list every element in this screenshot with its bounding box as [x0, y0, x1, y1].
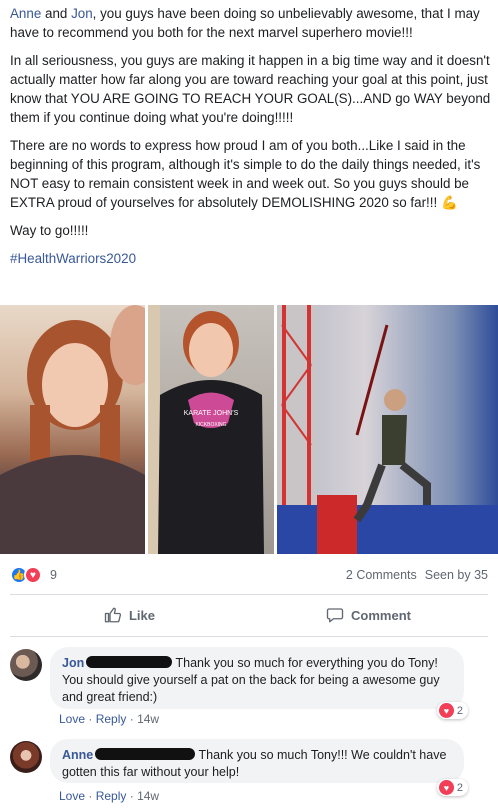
- comment-item: Jon Thank you so much for everything you…: [10, 647, 488, 727]
- like-label: Like: [128, 607, 155, 623]
- love-reaction-icon: ♥: [24, 566, 42, 584]
- post-actions: Like Comment: [10, 598, 488, 632]
- shirt-text-2: KICKBOXING: [195, 422, 226, 428]
- comment-meta: Love · Reply · 14w: [59, 789, 160, 803]
- reaction-icons[interactable]: 👍 ♥: [10, 566, 42, 584]
- reaction-count[interactable]: 9: [50, 568, 57, 582]
- redacted-name-block: [86, 656, 173, 668]
- avatar[interactable]: [10, 741, 42, 773]
- comment-author[interactable]: Anne: [62, 748, 93, 762]
- comment-label: Comment: [351, 607, 411, 623]
- photo-ninja-art: [277, 305, 498, 554]
- love-reaction-icon: ♥: [438, 703, 454, 718]
- comment-bubble: Anne Thank you so much Tony!!! We couldn…: [50, 739, 464, 783]
- photo-after[interactable]: KARATE JOHN'S KICKBOXING: [148, 305, 274, 554]
- comment-reaction-badge[interactable]: ♥ 2: [436, 702, 468, 719]
- redacted-name-block: [95, 748, 196, 760]
- reactions-bar: 👍 ♥ 9 2 Comments Seen by 35: [10, 562, 488, 588]
- flexed-biceps-icon: 💪: [440, 195, 458, 210]
- hashtag-link[interactable]: #HealthWarriors2020: [10, 249, 492, 268]
- post-paragraph-1: Anne and Jon, you guys have been doing s…: [10, 4, 492, 42]
- photo-after-art: KARATE JOHN'S KICKBOXING: [148, 305, 264, 554]
- tag-anne[interactable]: Anne: [10, 6, 41, 21]
- photo-before[interactable]: [0, 305, 145, 554]
- divider-bottom: [10, 636, 488, 637]
- comment-reply-link[interactable]: Reply: [96, 789, 127, 803]
- comment-reaction-count: 2: [456, 704, 463, 717]
- comment-button[interactable]: Comment: [249, 598, 488, 632]
- comment-author[interactable]: Jon: [62, 656, 84, 670]
- love-reaction-icon: ♥: [438, 780, 454, 795]
- tag-jon[interactable]: Jon: [71, 6, 93, 21]
- comment-timestamp[interactable]: 14w: [137, 789, 159, 803]
- photo-before-art: [0, 305, 145, 554]
- post-text-and: and: [41, 6, 72, 21]
- shirt-text-1: KARATE JOHN'S: [184, 410, 239, 417]
- comment-love-link[interactable]: Love: [59, 789, 85, 803]
- seen-by-link[interactable]: Seen by 35: [425, 568, 488, 582]
- comment-bubble: Jon Thank you so much for everything you…: [50, 647, 464, 709]
- post-paragraph-2: In all seriousness, you guys are making …: [10, 53, 491, 125]
- comment-item: Anne Thank you so much Tony!!! We couldn…: [10, 739, 488, 809]
- post-body: Anne and Jon, you guys have been doing s…: [10, 4, 492, 277]
- comments-count-link[interactable]: 2 Comments: [346, 568, 417, 582]
- post-paragraph-3: There are no words to express how proud …: [10, 136, 492, 212]
- avatar[interactable]: [10, 649, 42, 681]
- comment-reaction-count: 2: [456, 781, 463, 794]
- photo-ninja[interactable]: [277, 305, 498, 554]
- comment-reaction-badge[interactable]: ♥ 2: [436, 779, 468, 796]
- post-paragraph-4: Way to go!!!!!: [10, 223, 89, 238]
- thumbs-up-icon: [104, 607, 122, 623]
- post-stats: 2 Comments Seen by 35: [346, 568, 488, 582]
- comment-love-link[interactable]: Love: [59, 712, 85, 726]
- post-paragraph-3-text: There are no words to express how proud …: [10, 138, 481, 210]
- photo-grid: KARATE JOHN'S KICKBOXING: [0, 305, 498, 554]
- comment-reply-link[interactable]: Reply: [96, 712, 127, 726]
- comment-meta: Love · Reply · 14w: [59, 712, 160, 726]
- like-button[interactable]: Like: [10, 598, 249, 632]
- comment-timestamp[interactable]: 14w: [137, 712, 159, 726]
- divider-top: [10, 594, 488, 595]
- comment-bubble-icon: [326, 608, 344, 623]
